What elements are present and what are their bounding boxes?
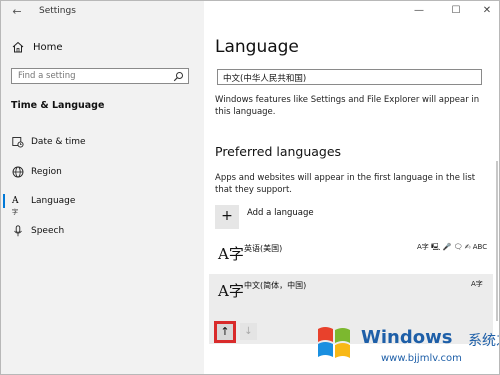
site-watermark: Windows 系统之家 www.bjjmlv.com bbox=[301, 321, 499, 371]
back-button[interactable]: ← bbox=[9, 4, 25, 20]
home-label: Home bbox=[33, 41, 63, 53]
microphone-icon bbox=[14, 225, 22, 237]
page-title: Language bbox=[215, 37, 299, 57]
sidebar-item-label: Region bbox=[31, 167, 62, 177]
search-input[interactable] bbox=[18, 71, 168, 81]
windows-display-language-select[interactable]: 中文(中华人民共和国) bbox=[217, 69, 482, 85]
calendar-clock-icon bbox=[12, 137, 24, 148]
display-language-value: 中文(中华人民共和国) bbox=[223, 74, 307, 84]
sidebar-item-label: Speech bbox=[31, 226, 65, 236]
search-box[interactable] bbox=[11, 68, 189, 84]
add-language-button[interactable]: + Add a language bbox=[215, 205, 314, 229]
minimize-button[interactable]: — bbox=[410, 4, 428, 18]
sidebar-item-label: Language bbox=[31, 196, 76, 206]
add-language-label: Add a language bbox=[247, 208, 314, 218]
language-glyph-icon: A字 bbox=[218, 245, 244, 263]
watermark-chinese: 系统之家 bbox=[468, 333, 499, 349]
language-icon: A字 bbox=[12, 196, 19, 216]
move-up-button[interactable]: ↑ bbox=[214, 321, 236, 343]
watermark-url: www.bjjmlv.com bbox=[381, 353, 462, 364]
section-heading: Time & Language bbox=[11, 100, 105, 111]
windows-logo-icon bbox=[318, 327, 350, 358]
home-icon bbox=[12, 41, 24, 53]
language-features-icons: A字 🖳 🎤 🗨 ✍ ABC bbox=[417, 243, 488, 251]
move-down-button[interactable]: ↓ bbox=[240, 323, 257, 340]
sidebar-item-region[interactable]: Region bbox=[1, 161, 204, 183]
language-name: 英语(美国) bbox=[244, 244, 283, 253]
search-icon bbox=[173, 72, 183, 82]
display-language-description: Windows features like Settings and File … bbox=[215, 95, 480, 117]
scrollbar[interactable] bbox=[496, 161, 498, 321]
preferred-languages-heading: Preferred languages bbox=[215, 144, 342, 159]
globe-icon bbox=[12, 166, 24, 178]
home-nav-item[interactable]: Home bbox=[11, 39, 191, 55]
language-features-icons: A字 bbox=[471, 280, 483, 288]
content-pane: — ☐ ✕ Language 中文(中华人民共和国) Windows featu… bbox=[204, 1, 499, 374]
title-bar: ← Settings bbox=[1, 1, 204, 23]
navigation-pane: ← Settings Home Time & Language bbox=[1, 1, 204, 374]
plus-icon: + bbox=[215, 205, 239, 229]
settings-window: ← Settings Home Time & Language bbox=[0, 0, 500, 375]
window-title: Settings bbox=[39, 6, 76, 16]
sidebar-item-speech[interactable]: Speech bbox=[1, 220, 204, 242]
sidebar-item-date-time[interactable]: Date & time bbox=[1, 131, 204, 153]
language-item-english[interactable]: A字 英语(美国) A字 🖳 🎤 🗨 ✍ ABC bbox=[209, 237, 493, 277]
maximize-button[interactable]: ☐ bbox=[447, 4, 465, 18]
sidebar-item-label: Date & time bbox=[31, 137, 86, 147]
sidebar-item-language[interactable]: A字 Language bbox=[1, 190, 204, 216]
watermark-brand: Windows bbox=[361, 327, 453, 348]
preferred-languages-description: Apps and websites will appear in the fir… bbox=[215, 173, 476, 195]
language-glyph-icon: A字 bbox=[218, 282, 244, 300]
language-name: 中文(简体，中国) bbox=[244, 281, 307, 290]
close-button[interactable]: ✕ bbox=[478, 4, 496, 18]
